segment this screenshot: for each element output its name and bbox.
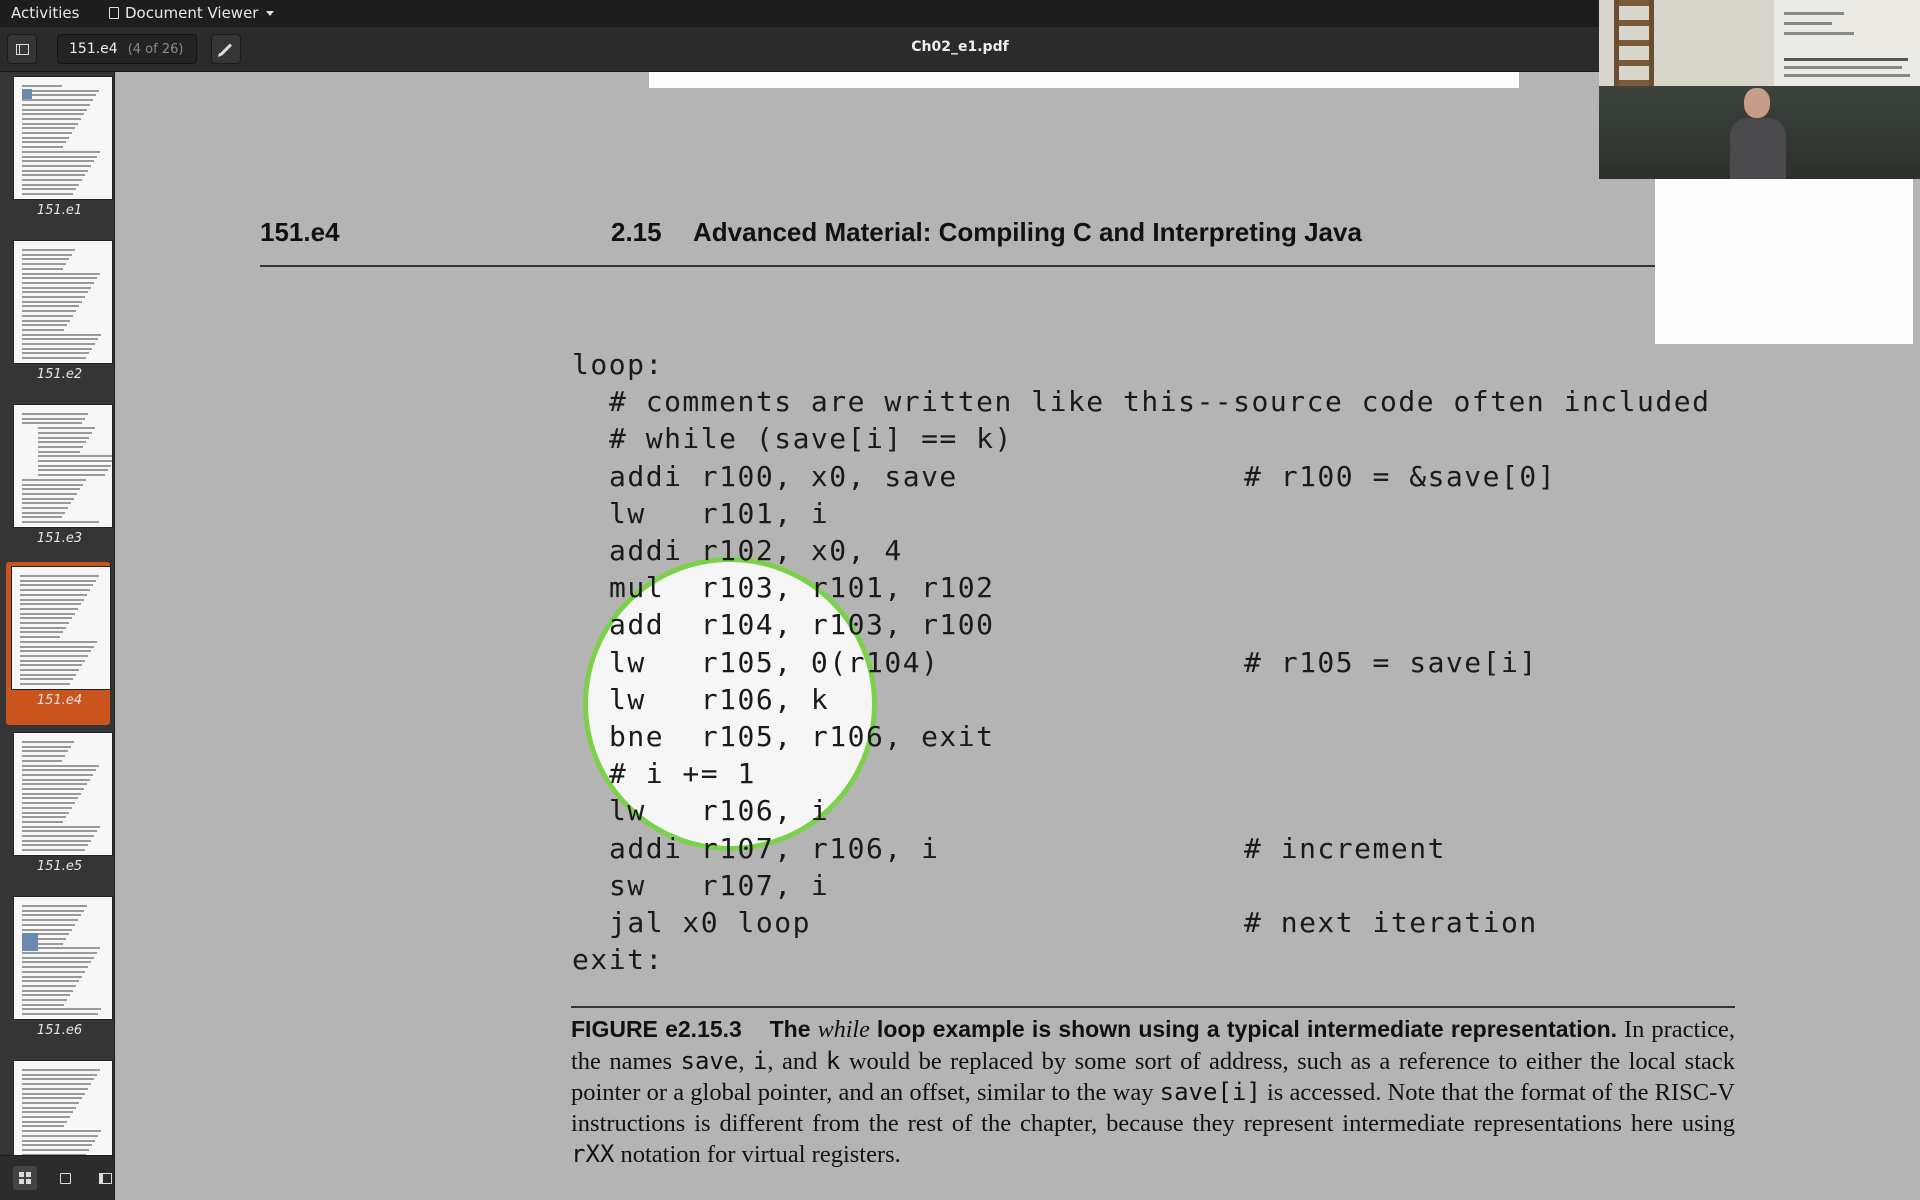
thumbnail-page-image	[13, 896, 113, 1020]
app-menu-label: Document Viewer	[125, 4, 259, 22]
activities-button[interactable]: Activities	[11, 4, 79, 22]
page-thumbnail[interactable]: 151.e5	[8, 728, 113, 889]
section-title: Advanced Material: Compiling C and Inter…	[693, 217, 1362, 247]
code-line: add r104, r103, r100	[609, 608, 995, 642]
caption-text-3: , and	[767, 1048, 826, 1075]
caption-bold-a: The	[769, 1016, 818, 1042]
thumbnail-label: 151.e3	[36, 531, 83, 546]
figure-label: FIGURE e2.15.3	[571, 1016, 742, 1042]
thumbnail-page-image	[11, 566, 111, 690]
code-comment: # next iteration	[1244, 906, 1538, 939]
annotations-mode-button[interactable]	[53, 1166, 77, 1190]
grid-icon	[19, 1172, 31, 1184]
chevron-down-icon	[266, 10, 275, 16]
caption-text-2: ,	[738, 1048, 753, 1075]
sidebar-icon	[15, 43, 29, 55]
caption-code-i: i	[752, 1047, 768, 1075]
caption-rule	[571, 1006, 1735, 1008]
annotations-button[interactable]	[211, 34, 241, 64]
page-thumbnail[interactable]: 151.e6	[8, 892, 113, 1053]
code-line: mul r103, r101, r102	[609, 571, 995, 605]
projected-slide-image	[1774, 0, 1920, 86]
code-comment: # r100 = &save[0]	[1244, 459, 1557, 493]
thumbnail-label: 151.e4	[36, 693, 83, 708]
code-line: # comments are written like this--source…	[609, 385, 1711, 419]
caption-bold-italic: while	[817, 1017, 870, 1043]
page-thumbnail[interactable]: 151.e1	[8, 72, 113, 233]
page-thumbnail[interactable]: 151.e2	[8, 236, 113, 397]
code-line: # while (save[i] == k)	[609, 422, 1013, 456]
code-line: lw r101, i	[609, 496, 830, 530]
code-line: lw r106, i	[609, 794, 830, 828]
section-number: 2.15	[611, 217, 662, 247]
page-thumbnail[interactable]: 151.e3	[8, 400, 113, 561]
thumbnail-page-image	[13, 732, 113, 856]
thumbnail-sidebar[interactable]: 151.e1 151.e2 151.e3 151.e4 151.e5 151.e6	[0, 72, 115, 1200]
code-line: addi r100, x0, save	[609, 459, 958, 493]
sidebar-toggle-button[interactable]	[7, 34, 37, 64]
presenter-image	[1730, 88, 1786, 179]
thumbnail-label: 151.e2	[36, 367, 83, 382]
page-number-entry[interactable]: 151.e4 (4 of 26)	[57, 34, 197, 64]
caption-text-6: notation for virtual registers.	[614, 1141, 901, 1168]
caption-bold-b: loop example is shown using a typical in…	[869, 1016, 1618, 1042]
code-comment: # increment	[1244, 831, 1446, 865]
caption-code-k: k	[825, 1047, 841, 1075]
bookmarks-mode-button[interactable]	[93, 1166, 114, 1190]
caption-code-save-i: save[i]	[1159, 1078, 1261, 1106]
thumbnail-label: 151.e6	[36, 1023, 83, 1038]
document-viewer-icon	[109, 7, 119, 19]
page-count: (4 of 26)	[127, 41, 184, 57]
thumbnail-page-image	[13, 76, 113, 200]
header-rule	[260, 265, 1735, 267]
thumbnail-label: 151.e5	[36, 859, 83, 874]
code-comment: # r105 = save[i]	[1244, 645, 1538, 679]
document-view[interactable]: 151.e4 2.15 Advanced Material: Compiling…	[116, 72, 1920, 1200]
bookmark-icon	[98, 1172, 112, 1184]
caption-code-save: save	[680, 1047, 739, 1075]
code-line: bne r105, r106, exit	[609, 720, 995, 753]
code-line: loop:	[572, 348, 664, 381]
sidebar-mode-bar	[0, 1155, 114, 1200]
webcam-video-overlay	[1599, 0, 1920, 179]
ladder-image	[1614, 0, 1654, 86]
figure-caption: FIGURE e2.15.3 The while loop example is…	[571, 1014, 1735, 1170]
code-line: lw r106, k	[609, 682, 830, 716]
page-thumbnail[interactable]: 151.e4	[6, 562, 111, 725]
annotation-icon	[59, 1172, 71, 1184]
thumbnail-page-image	[13, 404, 113, 528]
page-number-heading: 151.e4	[260, 217, 340, 247]
code-line: # i += 1	[609, 757, 756, 791]
thumbnails-mode-button[interactable]	[13, 1166, 37, 1190]
pencil-icon	[219, 42, 233, 56]
code-line: addi r107, r106, i	[609, 831, 940, 865]
code-line: exit:	[572, 943, 664, 977]
thumbnail-page-image	[13, 240, 113, 364]
code-line: addi r102, x0, 4	[609, 534, 903, 567]
code-line: lw r105, 0(r104)	[609, 645, 940, 679]
app-menu[interactable]: Document Viewer	[109, 4, 275, 22]
thumbnail-label: 151.e1	[36, 203, 83, 218]
caption-code-rxx: rXX	[571, 1140, 615, 1168]
previous-page-edge	[649, 72, 1519, 88]
code-line: jal x0 loop	[609, 906, 811, 939]
page-label: 151.e4	[69, 41, 118, 57]
code-line: sw r107, i	[609, 868, 830, 902]
